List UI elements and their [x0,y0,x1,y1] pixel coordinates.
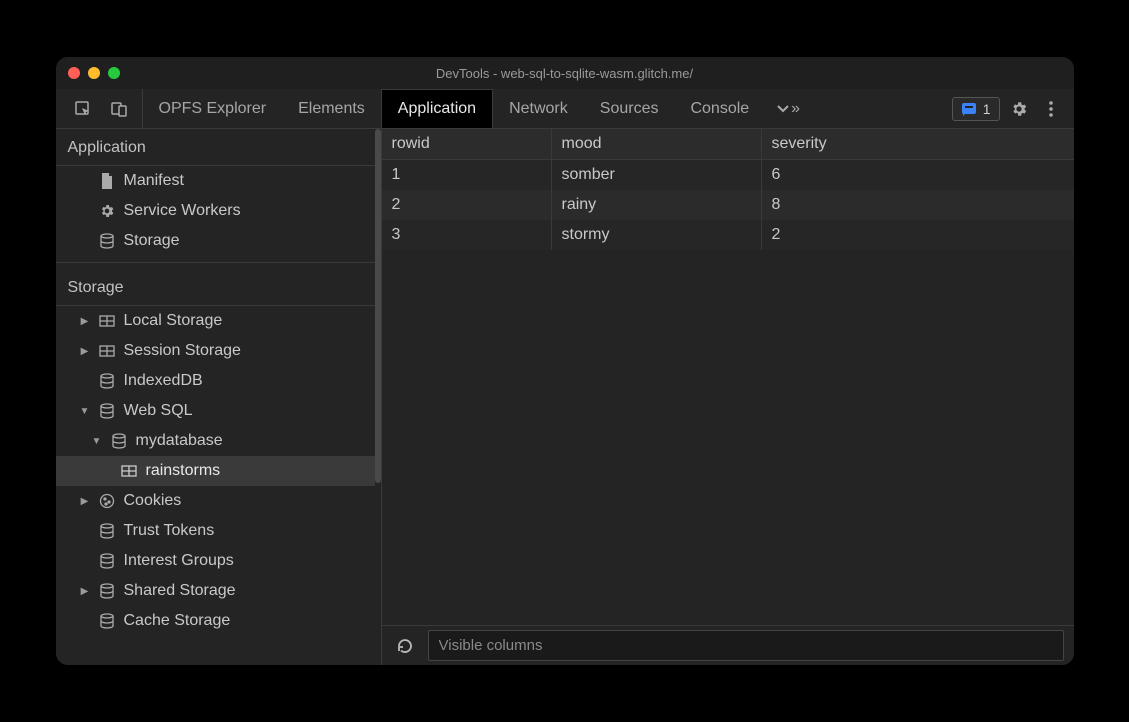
sidebar-item-shared-storage[interactable]: ▶ Shared Storage [56,576,375,606]
kebab-menu-icon[interactable] [1038,96,1064,122]
expand-icon: ▶ [80,346,90,357]
cookie-icon [98,493,116,509]
sidebar-item-label: Storage [124,232,180,250]
minimize-window-button[interactable] [88,67,100,79]
table-icon [98,315,116,327]
database-icon [98,583,116,599]
table-header: rowid mood severity [382,129,1074,160]
sidebar-item-label: mydatabase [136,432,223,450]
table-cell: 6 [762,160,1074,190]
toolbar-left [60,89,143,128]
sidebar-item-label: rainstorms [146,462,221,480]
table-icon [120,465,138,477]
sidebar-item-label: Manifest [124,172,184,190]
more-tabs-button[interactable]: » [765,89,810,128]
table-icon [98,345,116,357]
sidebar-item-label: Cookies [124,492,182,510]
sidebar-item-label: Service Workers [124,202,241,220]
sidebar-item-label: Session Storage [124,342,241,360]
column-header-rowid[interactable]: rowid [382,129,552,159]
table-cell: 1 [382,160,552,190]
table-row[interactable]: 1somber6 [382,160,1074,190]
sidebar-item-label: IndexedDB [124,372,203,390]
sidebar-scrollbar[interactable] [375,129,381,665]
settings-icon[interactable] [1006,96,1032,122]
expand-icon: ▶ [80,586,90,597]
sidebar-item-label: Web SQL [124,402,193,420]
table-cell: stormy [552,220,762,250]
database-icon [98,373,116,389]
collapse-icon: ▼ [92,436,102,447]
table-cell: rainy [552,190,762,220]
expand-icon: ▶ [80,496,90,507]
column-header-severity[interactable]: severity [762,129,1074,159]
sidebar-item-interest-groups[interactable]: Interest Groups [56,546,375,576]
sidebar-item-label: Trust Tokens [124,522,215,540]
table-row[interactable]: 3stormy2 [382,220,1074,250]
table-cell: 3 [382,220,552,250]
sidebar-item-rainstorms[interactable]: rainstorms [56,456,375,486]
sidebar-item-session-storage[interactable]: ▶ Session Storage [56,336,375,366]
sidebar-item-storage[interactable]: Storage [56,226,375,256]
sidebar-item-label: Local Storage [124,312,223,330]
sidebar-item-web-sql[interactable]: ▼ Web SQL [56,396,375,426]
gear-icon [98,203,116,219]
tab-opfs-explorer[interactable]: OPFS Explorer [143,89,283,128]
inspect-element-icon[interactable] [70,96,96,122]
table-footer [382,625,1074,665]
table-cell: 2 [382,190,552,220]
database-icon [98,613,116,629]
sidebar-item-indexeddb[interactable]: IndexedDB [56,366,375,396]
close-window-button[interactable] [68,67,80,79]
database-icon [98,233,116,249]
table-cell: 2 [762,220,1074,250]
main-panel: rowid mood severity 1somber62rainy83stor… [382,129,1074,665]
tab-network[interactable]: Network [493,89,584,128]
expand-icon: ▶ [80,316,90,327]
data-table: rowid mood severity 1somber62rainy83stor… [382,129,1074,625]
document-icon [98,173,116,189]
table-cell: 8 [762,190,1074,220]
visible-columns-input[interactable] [428,630,1064,661]
sidebar-item-cookies[interactable]: ▶ Cookies [56,486,375,516]
maximize-window-button[interactable] [108,67,120,79]
sidebar-item-label: Shared Storage [124,582,236,600]
table-cell: somber [552,160,762,190]
tab-console[interactable]: Console [674,89,765,128]
sidebar-item-label: Interest Groups [124,552,234,570]
window-controls [68,67,120,79]
database-icon [98,553,116,569]
sidebar-item-label: Cache Storage [124,612,231,630]
application-sidebar: Application Manifest Service Worker [56,129,382,665]
sidebar-item-mydatabase[interactable]: ▼ mydatabase [56,426,375,456]
chevron-double-right-icon: » [791,100,800,118]
sidebar-item-trust-tokens[interactable]: Trust Tokens [56,516,375,546]
sidebar-item-manifest[interactable]: Manifest [56,166,375,196]
issues-icon [961,102,977,116]
device-toolbar-icon[interactable] [106,96,132,122]
devtools-window: DevTools - web-sql-to-sqlite-wasm.glitch… [56,57,1074,665]
sidebar-item-local-storage[interactable]: ▶ Local Storage [56,306,375,336]
sidebar-item-service-workers[interactable]: Service Workers [56,196,375,226]
section-header-application: Application [56,129,375,166]
tab-sources[interactable]: Sources [584,89,675,128]
refresh-icon[interactable] [392,633,418,659]
database-icon [98,523,116,539]
issues-badge[interactable]: 1 [952,97,1000,121]
section-header-storage: Storage [56,269,375,306]
toolbar: OPFS ExplorerElementsApplicationNetworkS… [56,89,1074,129]
collapse-icon: ▼ [80,406,90,417]
column-header-mood[interactable]: mood [552,129,762,159]
database-icon [110,433,128,449]
tab-elements[interactable]: Elements [282,89,381,128]
table-row[interactable]: 2rainy8 [382,190,1074,220]
panel-body: Application Manifest Service Worker [56,129,1074,665]
issues-count: 1 [983,101,991,117]
sidebar-item-cache-storage[interactable]: Cache Storage [56,606,375,636]
database-icon [98,403,116,419]
tab-application[interactable]: Application [381,89,493,128]
window-title: DevTools - web-sql-to-sqlite-wasm.glitch… [56,66,1074,81]
titlebar: DevTools - web-sql-to-sqlite-wasm.glitch… [56,57,1074,89]
